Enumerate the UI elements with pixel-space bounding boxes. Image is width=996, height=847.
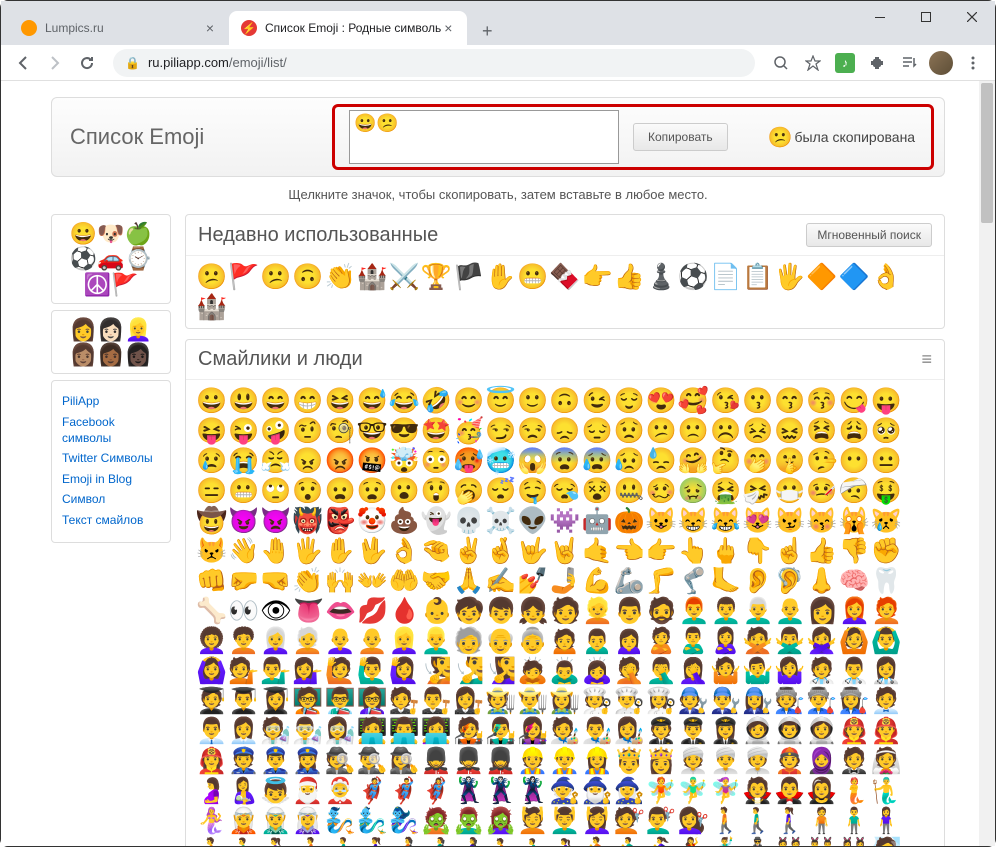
scrollbar-track[interactable] — [979, 81, 995, 846]
close-tab-icon[interactable]: × — [441, 21, 455, 35]
back-button[interactable] — [9, 49, 37, 77]
sidebar-link[interactable]: PiliApp — [62, 394, 160, 410]
tab-title: Lumpics.ru — [45, 21, 104, 35]
browser-titlebar: Lumpics.ru × ⚡ Список Emoji : Родные сим… — [1, 1, 995, 45]
section-smileys-people: Смайлики и люди ≡ 😀😃😄😁😆😅😂🤣😊😇🙂🙃😉😌😍🥰😘😗😙😚😋😛… — [185, 339, 945, 846]
sidebar-link[interactable]: Текст смайлов — [62, 513, 160, 529]
emoji-textarea[interactable] — [349, 110, 619, 164]
section-menu-icon[interactable]: ≡ — [921, 349, 932, 370]
favicon-icon: ⚡ — [241, 20, 257, 36]
url-path: /emoji/list/ — [229, 55, 287, 70]
copied-text: была скопирована — [795, 129, 916, 145]
sidebar-link[interactable]: Twitter Символы — [62, 451, 160, 467]
url-host: ru.piliapp.com — [148, 55, 229, 70]
browser-tab-active[interactable]: ⚡ Список Emoji : Родные символь × — [229, 11, 467, 45]
copied-emoji-icon: 😕 — [768, 125, 793, 150]
browser-toolbar: 🔒 ru.piliapp.com/emoji/list/ ♪ — [1, 45, 995, 81]
reading-list-icon[interactable] — [895, 49, 923, 77]
sidebar-category-icons[interactable]: 😀🐶🍏⚽🚗⌚️☮️🚩 — [51, 214, 171, 304]
new-tab-button[interactable]: + — [473, 17, 501, 45]
scrollbar-thumb[interactable] — [981, 83, 993, 223]
section-recent: Недавно использованные Мгновенный поиск … — [185, 214, 945, 329]
window-minimize-icon[interactable] — [857, 1, 903, 33]
main-content: Недавно использованные Мгновенный поиск … — [185, 214, 945, 846]
window-close-icon[interactable] — [949, 1, 995, 33]
sidebar-link[interactable]: Emoji in Blog — [62, 472, 160, 488]
browser-tab-inactive[interactable]: Lumpics.ru × — [9, 11, 229, 45]
page-title: Список Emoji — [70, 124, 204, 150]
close-tab-icon[interactable]: × — [203, 21, 217, 35]
sidebar-link[interactable]: Facebook символы — [62, 415, 160, 446]
copied-message: 😕 была скопирована — [768, 125, 915, 150]
lock-icon: 🔒 — [125, 56, 140, 70]
zoom-icon[interactable] — [767, 49, 795, 77]
address-bar[interactable]: 🔒 ru.piliapp.com/emoji/list/ — [113, 49, 755, 77]
emoji-grid[interactable]: 😀😃😄😁😆😅😂🤣😊😇🙂🙃😉😌😍🥰😘😗😙😚😋😛😝😜🤪🤨🧐🤓😎🤩🥳😏😒😞😔😟😕🙁☹️… — [186, 380, 944, 846]
forward-button[interactable] — [41, 49, 69, 77]
window-maximize-icon[interactable] — [903, 1, 949, 33]
copy-button[interactable]: Копировать — [633, 123, 728, 151]
emoji-grid[interactable]: 😕🚩😕🙃👏🏰⚔️🏆🏴✋😬🍫👉👍♟️⚽📄📋🖐️🔶🔷👌🏰 — [186, 256, 944, 328]
bookmark-icon[interactable] — [799, 49, 827, 77]
page-viewport: Список Emoji Копировать 😕 была скопирова… — [1, 81, 995, 846]
page-header: Список Emoji Копировать 😕 была скопирова… — [51, 97, 945, 177]
profile-avatar[interactable] — [927, 49, 955, 77]
section-title: Смайлики и люди — [198, 348, 363, 371]
sidebar-links: PiliApp Facebook символы Twitter Символы… — [51, 380, 171, 542]
copy-area-highlight: Копировать 😕 была скопирована — [332, 104, 934, 170]
menu-icon[interactable] — [959, 49, 987, 77]
sidebar-skin-tone-icons[interactable]: 👩👩🏻👱‍♀️👩🏽👩🏾👩🏿 — [51, 310, 171, 375]
sidebar-link[interactable]: Символ — [62, 492, 160, 508]
hint-text: Щелкните значок, чтобы скопировать, зате… — [1, 187, 995, 202]
section-title: Недавно использованные — [198, 224, 438, 247]
sidebar: 😀🐶🍏⚽🚗⌚️☮️🚩 👩👩🏻👱‍♀️👩🏽👩🏾👩🏿 PiliApp Faceboo… — [51, 214, 171, 846]
reload-button[interactable] — [73, 49, 101, 77]
tab-title: Список Emoji : Родные символь — [265, 21, 441, 35]
extensions-icon[interactable] — [863, 49, 891, 77]
extension-music-icon[interactable]: ♪ — [831, 49, 859, 77]
favicon-icon — [21, 20, 37, 36]
instant-search-button[interactable]: Мгновенный поиск — [806, 223, 932, 247]
